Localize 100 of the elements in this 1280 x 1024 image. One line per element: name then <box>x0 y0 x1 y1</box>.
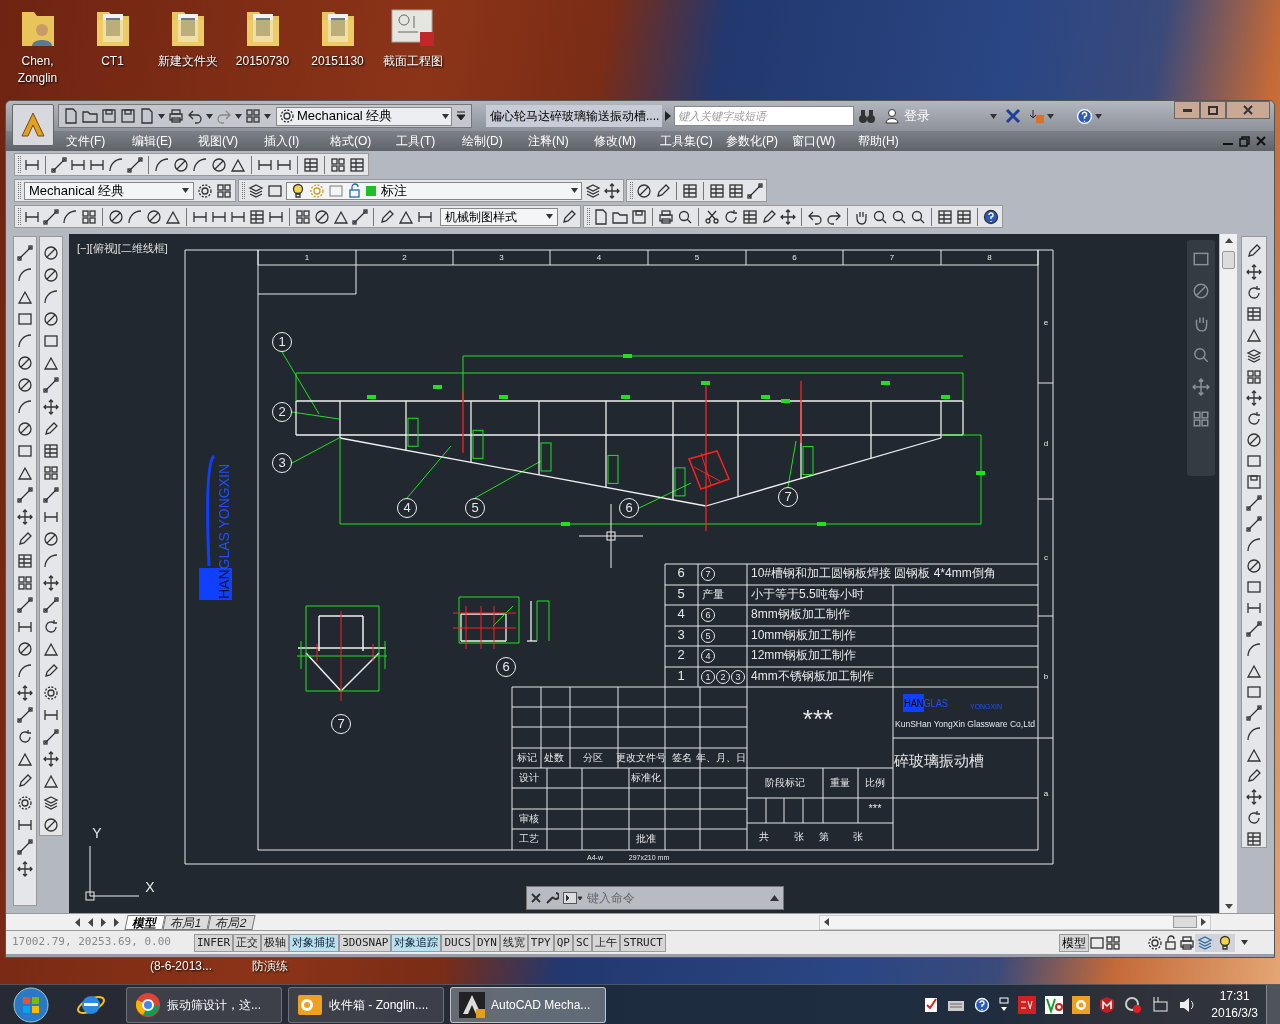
layout-tab[interactable]: 模型 <box>124 914 166 930</box>
pencil-icon[interactable] <box>1246 768 1262 784</box>
table-icon[interactable] <box>249 208 265 225</box>
move-icon[interactable] <box>1246 264 1262 280</box>
document-icon[interactable] <box>63 108 79 124</box>
gear-icon[interactable] <box>1147 934 1163 951</box>
move-icon[interactable] <box>780 208 796 225</box>
lock-icon[interactable] <box>1163 934 1179 951</box>
layers-icon[interactable] <box>585 182 601 199</box>
workspace-dropdown[interactable]: Mechanical 经典 <box>276 106 452 126</box>
mail-app-icon[interactable] <box>1072 995 1091 1014</box>
grid-icon[interactable] <box>81 208 97 225</box>
line-icon[interactable] <box>1246 705 1262 721</box>
triangle-icon[interactable] <box>17 465 33 481</box>
command-input[interactable]: 键入命令 <box>587 889 766 907</box>
expand-arrow-icon[interactable] <box>664 111 672 121</box>
prompt-icon[interactable] <box>563 892 583 904</box>
arc-icon[interactable] <box>1246 642 1262 658</box>
arc-icon[interactable] <box>17 333 33 349</box>
save-icon[interactable] <box>1246 474 1262 490</box>
circle-icon[interactable] <box>211 156 227 173</box>
dimension-icon[interactable] <box>17 817 33 833</box>
rectangle-icon[interactable] <box>17 311 33 327</box>
pencil-icon[interactable] <box>379 208 395 225</box>
triangle-icon[interactable] <box>43 641 59 657</box>
triangle-icon[interactable] <box>1246 327 1262 343</box>
status-toggle[interactable]: TPY <box>527 933 554 952</box>
caret-icon[interactable] <box>182 188 189 193</box>
printer-icon[interactable] <box>1179 934 1195 951</box>
grid-icon[interactable] <box>245 108 261 124</box>
arc-icon[interactable] <box>43 289 59 305</box>
scroll-left-icon[interactable] <box>824 918 830 926</box>
line-icon[interactable] <box>127 156 143 173</box>
lock-icon[interactable] <box>347 182 363 199</box>
menu-item[interactable]: 参数化(P) <box>726 132 792 150</box>
triangle-icon[interactable] <box>43 355 59 371</box>
desktop-icon-label[interactable]: 防演练 <box>252 957 289 975</box>
status-toggle[interactable]: QP <box>553 933 573 952</box>
taskbar-button[interactable]: 振动筛设计，这... <box>126 986 282 1023</box>
close-button[interactable] <box>1226 101 1270 119</box>
close-icon[interactable] <box>531 893 541 903</box>
arc-icon[interactable] <box>17 399 33 415</box>
line-icon[interactable] <box>17 597 33 613</box>
arc-icon[interactable] <box>17 663 33 679</box>
arc-icon[interactable] <box>17 267 33 283</box>
tab-scroll-icon[interactable] <box>72 916 83 928</box>
dimension-icon[interactable] <box>43 707 59 723</box>
pencil-icon[interactable] <box>43 663 59 679</box>
rotate-icon[interactable] <box>723 208 739 225</box>
pencil-icon[interactable] <box>43 421 59 437</box>
vertical-scrollbar[interactable] <box>1219 234 1237 913</box>
table-icon[interactable] <box>17 553 33 569</box>
document-icon[interactable] <box>593 208 609 225</box>
rectangle-icon[interactable] <box>43 333 59 349</box>
line-icon[interactable] <box>43 597 59 613</box>
status-toggle[interactable]: 正交 <box>233 933 262 952</box>
menu-item[interactable]: 绘制(D) <box>462 132 528 150</box>
line-icon[interactable] <box>17 707 33 723</box>
table-icon[interactable] <box>742 208 758 225</box>
grid-icon[interactable] <box>295 208 311 225</box>
arc-icon[interactable] <box>108 156 124 173</box>
printer-icon[interactable] <box>658 208 674 225</box>
tab-scroll-icon[interactable] <box>98 916 109 928</box>
status-toggle[interactable]: DUCS <box>441 933 474 952</box>
menu-item[interactable]: 插入(I) <box>264 132 330 150</box>
line-icon[interactable] <box>43 208 59 225</box>
circle-icon[interactable] <box>17 377 33 393</box>
status-toggle[interactable]: STRUCT <box>620 933 666 952</box>
layout-tab[interactable]: 布局2 <box>207 914 255 930</box>
rectangle-icon[interactable] <box>328 182 344 199</box>
line-icon[interactable] <box>17 839 33 855</box>
move-icon[interactable] <box>17 685 33 701</box>
circle-icon[interactable] <box>43 267 59 283</box>
circle-icon[interactable] <box>43 531 59 547</box>
pencil-icon[interactable] <box>655 182 671 199</box>
table-icon[interactable] <box>956 208 972 225</box>
search-field[interactable]: 键入关键字或短语 <box>674 106 854 126</box>
application-menu-button[interactable] <box>12 104 54 146</box>
rotate-icon[interactable] <box>17 729 33 745</box>
dimension-icon[interactable] <box>43 509 59 525</box>
status-toggle[interactable]: DYN <box>474 933 500 952</box>
triangle-icon[interactable] <box>43 773 59 789</box>
table-icon[interactable] <box>682 182 698 199</box>
circle-icon[interactable] <box>43 311 59 327</box>
circle-icon[interactable] <box>146 208 162 225</box>
caret-icon[interactable] <box>158 113 165 119</box>
document-check-icon[interactable] <box>924 996 939 1013</box>
save-icon[interactable] <box>120 108 136 124</box>
triangle-icon[interactable] <box>17 751 33 767</box>
line-icon[interactable] <box>17 245 33 261</box>
dimension-style-dropdown[interactable]: 机械制图样式 <box>440 207 558 226</box>
move-icon[interactable] <box>1246 789 1262 805</box>
grid-icon[interactable] <box>216 182 232 199</box>
circle-icon[interactable] <box>314 208 330 225</box>
menu-item[interactable]: 工具(T) <box>396 132 462 150</box>
menu-item[interactable]: 修改(M) <box>594 132 660 150</box>
line-icon[interactable] <box>1246 516 1262 532</box>
circle-icon[interactable] <box>17 421 33 437</box>
layers-icon[interactable] <box>43 795 59 811</box>
sync-error-icon[interactable] <box>1124 995 1143 1014</box>
